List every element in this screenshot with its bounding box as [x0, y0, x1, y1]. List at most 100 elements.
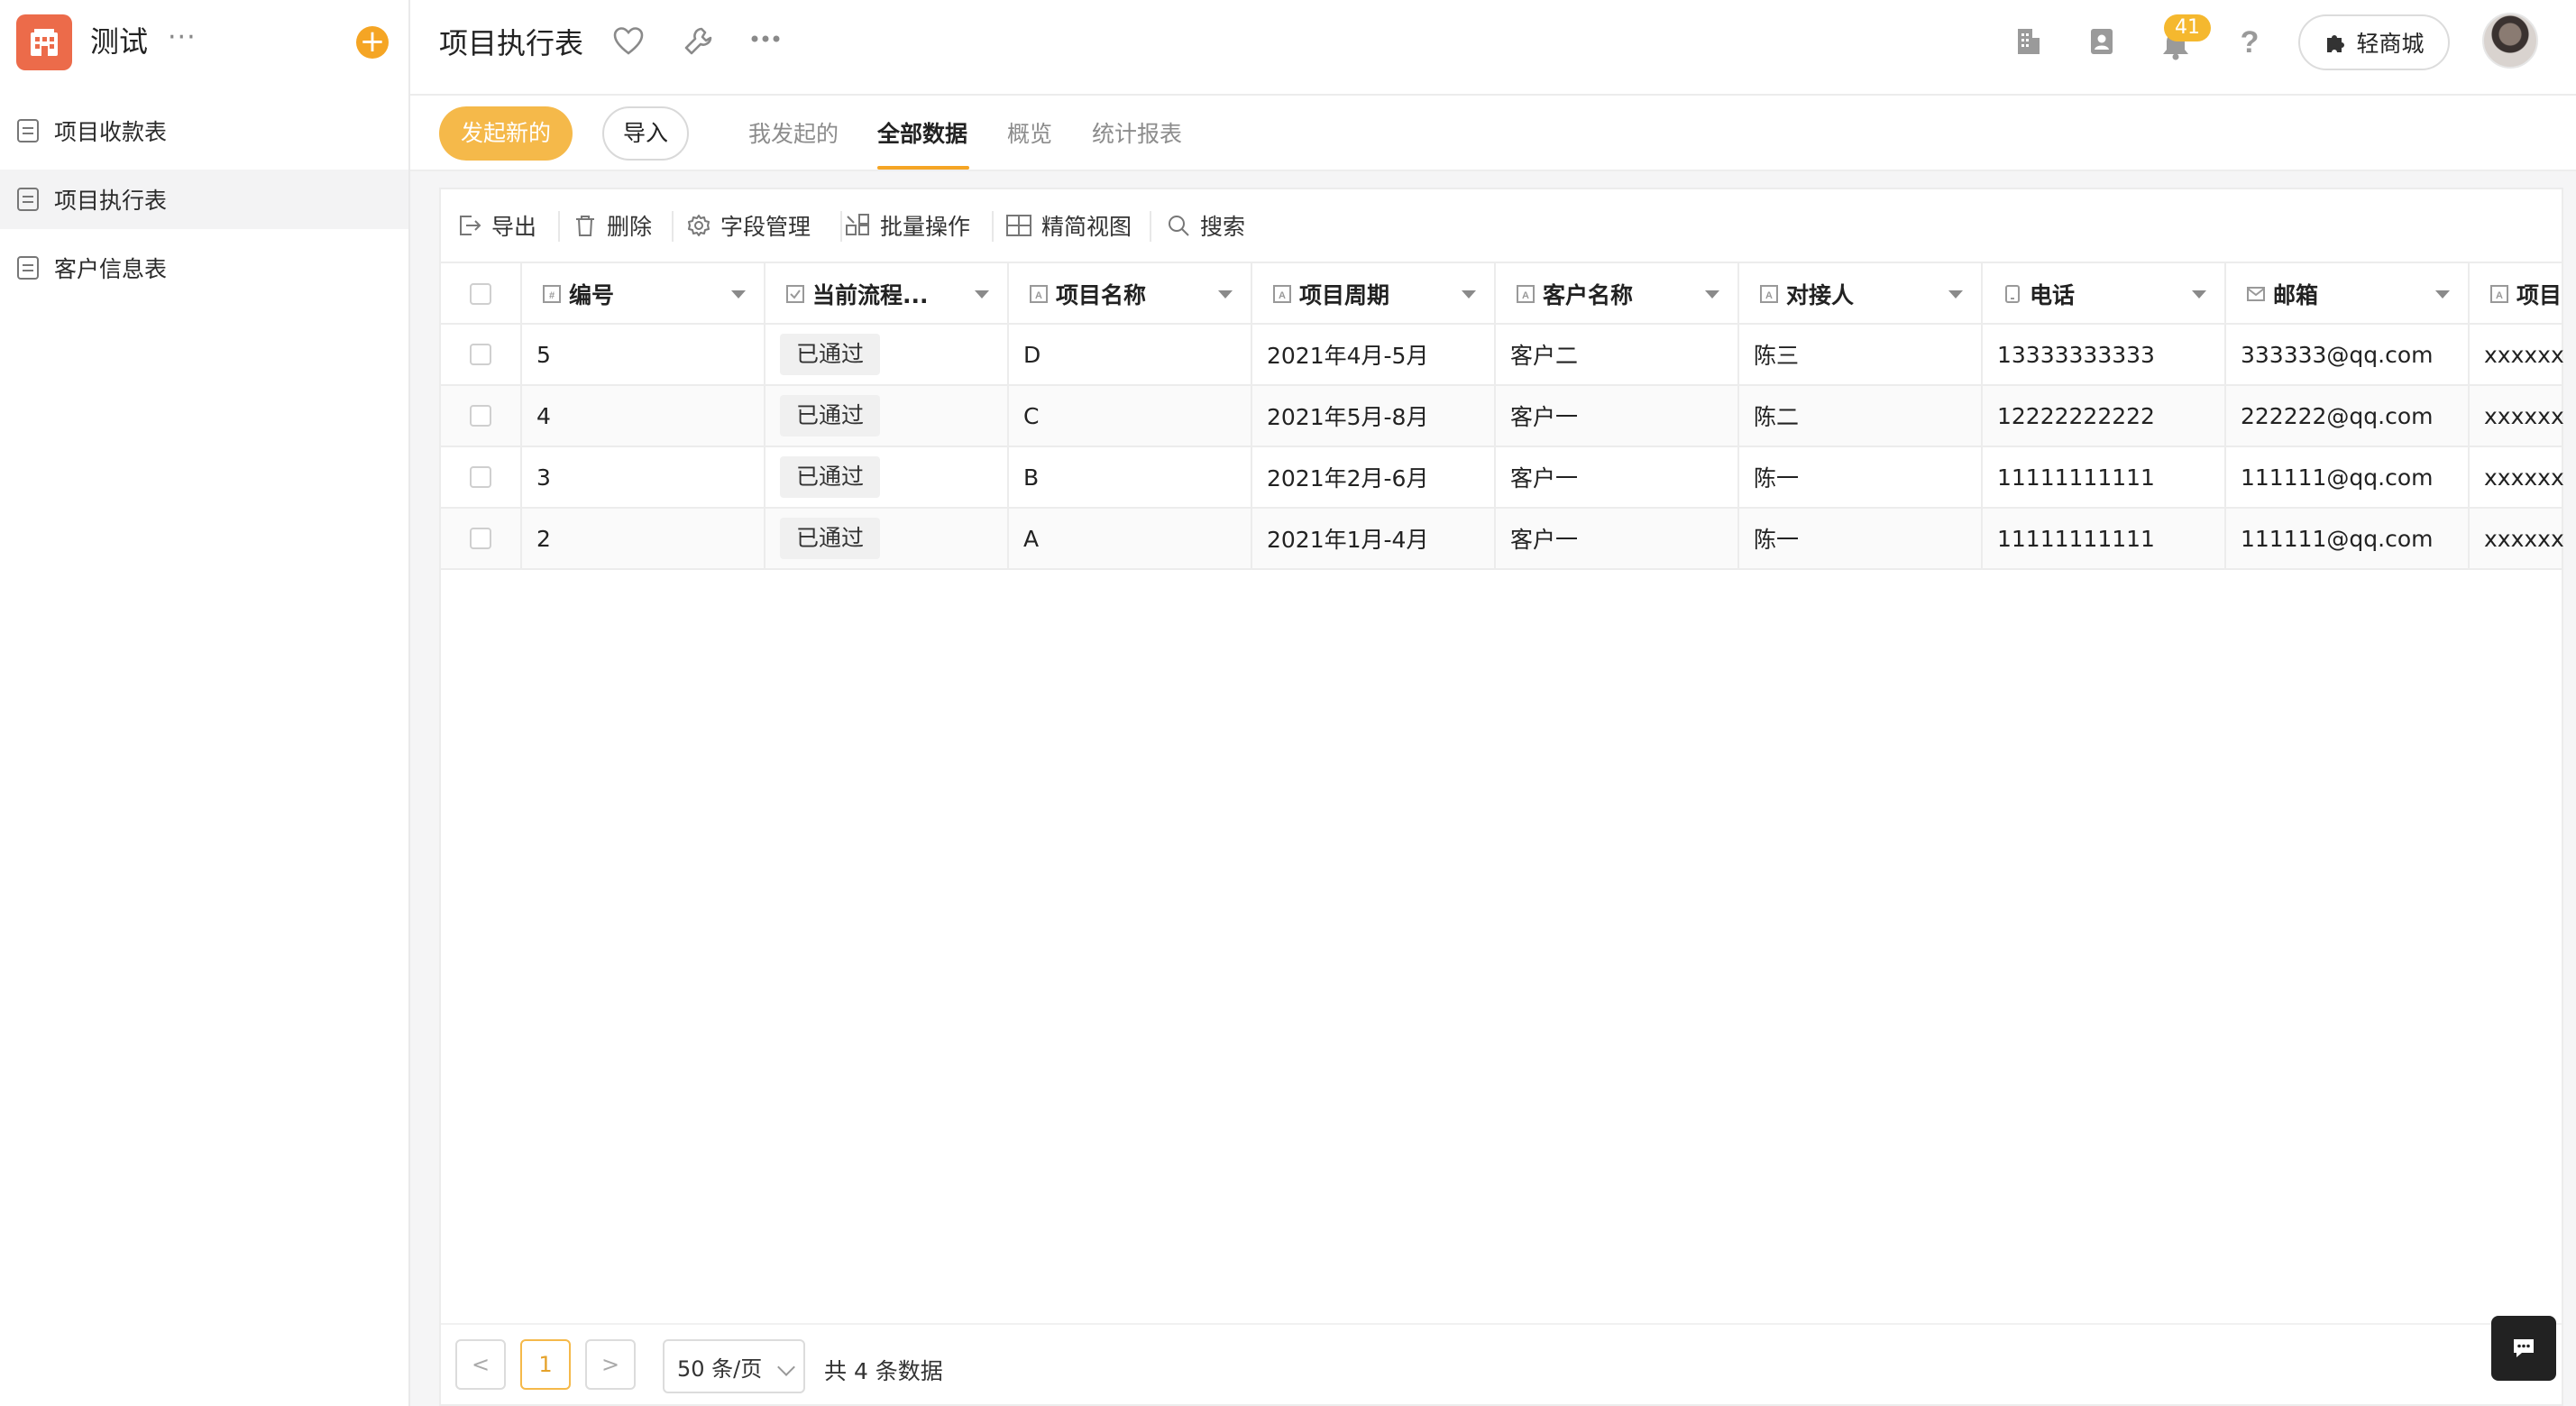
row-checkbox[interactable]	[470, 344, 491, 365]
sidebar-item-customer-info[interactable]: 客户信息表	[0, 238, 408, 298]
chevron-down-icon[interactable]	[2192, 290, 2206, 299]
compact-view-label: 精简视图	[1041, 214, 1132, 240]
column-header-label: 项目周期	[1299, 282, 1390, 308]
more-icon[interactable]	[749, 32, 782, 45]
svg-text:A: A	[1522, 290, 1529, 301]
contacts-icon[interactable]	[2086, 25, 2118, 58]
column-header-status[interactable]: 当前流程...	[765, 263, 1009, 325]
compact-view-button[interactable]: 精简视图	[1005, 207, 1132, 244]
row-checkbox[interactable]	[470, 466, 491, 488]
svg-text:A: A	[1035, 290, 1042, 301]
chevron-down-icon[interactable]	[1462, 290, 1476, 299]
next-page-button[interactable]: >	[585, 1339, 636, 1390]
chevron-down-icon[interactable]	[975, 290, 989, 299]
search-button[interactable]: 搜索	[1166, 207, 1245, 244]
subnav: 发起新的 导入 我发起的 全部数据 概览 统计报表	[410, 96, 2576, 171]
column-header-contact[interactable]: A 对接人	[1739, 263, 1983, 325]
app-more-icon[interactable]: ···	[168, 20, 197, 56]
column-header-period[interactable]: A 项目周期	[1252, 263, 1496, 325]
create-new-button[interactable]: 发起新的	[439, 106, 573, 161]
row-checkbox[interactable]	[470, 405, 491, 427]
cell-contact: 陈三	[1739, 325, 1983, 384]
top-header: 项目执行表 41 ? 轻商城	[410, 0, 2576, 96]
add-form-button[interactable]: +	[356, 26, 389, 59]
column-header-email[interactable]: 邮箱	[2226, 263, 2470, 325]
table-row[interactable]: 2 已通过 A 2021年1月-4月 客户一 陈一 11111111111 11…	[441, 509, 2563, 570]
help-icon[interactable]: ?	[2233, 25, 2266, 58]
app-logo-icon[interactable]	[16, 14, 72, 70]
tab-statistics-report[interactable]: 统计报表	[1092, 119, 1182, 150]
toolbar-divider	[992, 211, 994, 242]
cell-project: xxxxxxx	[2484, 525, 2563, 552]
column-header-project-name[interactable]: A 项目名称	[1009, 263, 1252, 325]
batch-operation-button[interactable]: 批量操作	[844, 207, 970, 244]
column-header-label: 客户名称	[1543, 282, 1634, 308]
wrench-icon[interactable]	[682, 25, 714, 58]
tab-overview[interactable]: 概览	[1007, 119, 1052, 150]
cell-phone: 11111111111	[1983, 447, 2226, 507]
text-field-icon: A	[1030, 285, 1048, 303]
column-header-id[interactable]: # 编号	[522, 263, 765, 325]
page-size-select[interactable]: 50 条/页	[663, 1339, 805, 1393]
sidebar-item-label: 项目收款表	[54, 119, 168, 145]
search-icon	[1169, 216, 1189, 236]
chevron-down-icon[interactable]	[2435, 290, 2450, 299]
column-header-label: 项目名称	[1056, 282, 1147, 308]
building-icon[interactable]	[2012, 25, 2044, 58]
row-select-cell	[441, 509, 522, 568]
chat-button[interactable]	[2491, 1316, 2556, 1381]
app-header: 测试 ··· +	[0, 0, 410, 87]
avatar[interactable]	[2482, 13, 2538, 69]
column-header-project[interactable]: A 项目	[2470, 263, 2569, 325]
email-field-icon	[2247, 287, 2265, 301]
column-header-phone[interactable]: 电话	[1983, 263, 2226, 325]
form-icon	[17, 188, 39, 211]
form-icon	[17, 119, 39, 142]
chevron-down-icon[interactable]	[731, 290, 746, 299]
chevron-down-icon[interactable]	[1948, 290, 1963, 299]
svg-text:#: #	[549, 290, 555, 301]
cell-id: 3	[522, 447, 765, 507]
select-all-checkbox[interactable]	[470, 283, 491, 305]
prev-page-button[interactable]: <	[455, 1339, 506, 1390]
tab-my-initiated[interactable]: 我发起的	[748, 119, 839, 150]
toolbar-divider	[558, 211, 560, 242]
cell-period: 2021年2月-6月	[1252, 447, 1496, 507]
heart-icon[interactable]	[612, 25, 645, 58]
import-button[interactable]: 导入	[602, 106, 689, 161]
sidebar-item-project-execution[interactable]: 项目执行表	[0, 170, 408, 229]
column-header-customer[interactable]: A 客户名称	[1496, 263, 1739, 325]
text-field-icon: A	[1517, 285, 1535, 303]
row-checkbox[interactable]	[470, 528, 491, 549]
chevron-down-icon[interactable]	[1218, 290, 1233, 299]
table-toolbar: 导出 删除 字段管理 批量操作 精简视图 搜索	[441, 189, 2562, 262]
export-icon	[460, 216, 481, 235]
cell-status: 已通过	[765, 509, 1009, 568]
cell-customer: 客户二	[1496, 325, 1739, 384]
data-table: # 编号 当前流程... A 项目名称 A 项目周期 A 客户名称 A 对接人 …	[441, 262, 2563, 570]
market-button[interactable]: 轻商城	[2298, 14, 2450, 70]
sidebar-item-project-payments[interactable]: 项目收款表	[0, 101, 408, 161]
cell-status: 已通过	[765, 386, 1009, 446]
delete-button[interactable]: 删除	[573, 207, 652, 244]
export-button[interactable]: 导出	[457, 207, 536, 244]
table-row[interactable]: 3 已通过 B 2021年2月-6月 客户一 陈一 11111111111 11…	[441, 447, 2563, 509]
sidebar-item-label: 项目执行表	[54, 188, 168, 214]
chevron-down-icon[interactable]	[1705, 290, 1719, 299]
field-management-button[interactable]: 字段管理	[686, 207, 811, 244]
gear-icon	[688, 215, 710, 236]
cell-project-name: B	[1009, 447, 1252, 507]
row-select-cell	[441, 447, 522, 507]
cell-status: 已通过	[765, 325, 1009, 384]
cell-contact: 陈一	[1739, 447, 1983, 507]
cell-project-name: A	[1009, 509, 1252, 568]
status-badge: 已通过	[780, 395, 881, 437]
toolbar-divider	[840, 211, 842, 242]
text-field-icon: A	[1273, 285, 1291, 303]
page-button-current[interactable]: 1	[520, 1339, 571, 1390]
tab-all-data[interactable]: 全部数据	[877, 119, 967, 150]
cell-customer: 客户一	[1496, 386, 1739, 446]
status-badge: 已通过	[780, 334, 881, 375]
table-row[interactable]: 5 已通过 D 2021年4月-5月 客户二 陈三 13333333333 33…	[441, 325, 2563, 386]
table-row[interactable]: 4 已通过 C 2021年5月-8月 客户一 陈二 12222222222 22…	[441, 386, 2563, 447]
